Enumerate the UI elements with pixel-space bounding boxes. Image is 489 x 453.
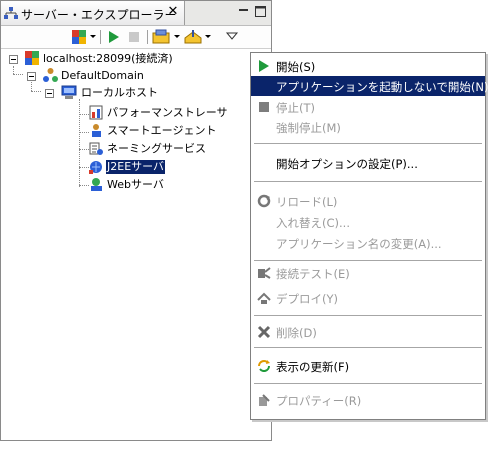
collapse-icon[interactable] bbox=[9, 55, 18, 64]
menu-item-start[interactable]: 開始(S) bbox=[251, 56, 485, 76]
menu-item-label: リロード(L) bbox=[276, 195, 338, 209]
menu-separator bbox=[254, 181, 482, 183]
connection-test-icon bbox=[258, 267, 271, 279]
performance-tracer-icon bbox=[89, 105, 103, 120]
server-explorer-icon bbox=[4, 7, 18, 19]
tree-item-label: パフォーマンストレーサ bbox=[107, 106, 228, 119]
tree-item-label: ネーミングサービス bbox=[107, 142, 206, 155]
tree-item-label: J2EEサーバ bbox=[106, 160, 166, 174]
menu-item-label: アプリケーション名の変更(A)... bbox=[276, 237, 442, 251]
tree-item-naming-service[interactable]: ネーミングサービス bbox=[1, 141, 241, 157]
menu-item-label: 削除(D) bbox=[276, 326, 317, 340]
domain-icon bbox=[43, 68, 58, 82]
tree-node-root[interactable]: localhost:28099(接続済) bbox=[1, 51, 201, 67]
menu-item-force-stop[interactable]: 強制停止(M) bbox=[251, 117, 485, 137]
menu-item-properties[interactable]: プロパティー(R) bbox=[251, 390, 485, 410]
chevron-down-icon[interactable] bbox=[90, 35, 96, 38]
chevron-down-icon[interactable] bbox=[205, 35, 211, 38]
menu-item-connection-test[interactable]: 接続テスト(E) bbox=[251, 263, 485, 283]
menu-item-label: 停止(T) bbox=[276, 101, 315, 115]
menu-item-label: 接続テスト(E) bbox=[276, 267, 350, 281]
menu-item-start-options[interactable]: 開始オプションの設定(P)... bbox=[251, 153, 485, 173]
view-menu-icon[interactable] bbox=[225, 28, 239, 44]
tree-item-label: スマートエージェント bbox=[107, 124, 217, 137]
web-server-icon bbox=[91, 178, 102, 191]
menu-item-reload[interactable]: リロード(L) bbox=[251, 191, 485, 211]
menu-item-stop[interactable]: 停止(T) bbox=[251, 97, 485, 117]
view-toolbar bbox=[1, 26, 271, 49]
menu-separator bbox=[254, 143, 482, 145]
chevron-down-icon[interactable] bbox=[174, 35, 180, 38]
tree-host-label: ローカルホスト bbox=[81, 86, 158, 99]
stop-icon bbox=[259, 102, 269, 112]
refresh-icon bbox=[258, 360, 270, 372]
view-tab-bar: サーバー・エクスプローラー ✕ bbox=[1, 1, 271, 26]
server-tree: localhost:28099(接続済) DefaultDomain ローカルホ… bbox=[1, 49, 271, 439]
tree-item-smart-agent[interactable]: スマートエージェント bbox=[1, 123, 241, 139]
start-icon[interactable] bbox=[107, 29, 121, 45]
menu-separator bbox=[254, 347, 482, 349]
tree-domain-label: DefaultDomain bbox=[61, 69, 144, 82]
collapse-icon[interactable] bbox=[45, 89, 54, 98]
menu-item-label: 入れ替え(C)... bbox=[276, 216, 350, 230]
menu-item-label: 強制停止(M) bbox=[276, 121, 341, 135]
export-icon[interactable] bbox=[184, 29, 202, 45]
menu-item-start-no-app[interactable]: アプリケーションを起動しないで開始(N) bbox=[251, 76, 489, 96]
start-icon bbox=[259, 60, 269, 72]
tree-item-performance-tracer[interactable]: パフォーマンストレーサ bbox=[1, 105, 241, 121]
tree-node-domain[interactable]: DefaultDomain bbox=[1, 68, 201, 84]
menu-separator bbox=[254, 260, 482, 262]
server-node-icon bbox=[25, 51, 39, 65]
menu-item-label: 開始(S) bbox=[276, 60, 316, 74]
server-explorer-view: サーバー・エクスプローラー ✕ localhost:28099(接続済) Def… bbox=[0, 0, 272, 441]
smart-agent-icon bbox=[92, 124, 101, 137]
computer-icon bbox=[61, 85, 77, 99]
menu-item-delete[interactable]: 削除(D) bbox=[251, 322, 485, 342]
minimize-icon[interactable] bbox=[238, 6, 249, 17]
properties-icon bbox=[259, 394, 270, 406]
menu-item-replace[interactable]: 入れ替え(C)... bbox=[251, 212, 485, 232]
tree-item-j2ee-server[interactable]: J2EEサーバ bbox=[1, 159, 241, 175]
view-title: サーバー・エクスプローラー bbox=[21, 8, 177, 22]
deploy-icon[interactable] bbox=[152, 29, 170, 45]
maximize-icon[interactable] bbox=[255, 6, 266, 17]
menu-item-refresh[interactable]: 表示の更新(F) bbox=[251, 356, 485, 376]
reload-icon bbox=[257, 194, 271, 208]
tab-server-explorer[interactable]: サーバー・エクスプローラー ✕ bbox=[1, 1, 185, 25]
tree-item-label: Webサーバ bbox=[107, 178, 164, 191]
j2ee-server-icon bbox=[89, 161, 102, 174]
menu-separator bbox=[254, 383, 482, 385]
deploy-icon bbox=[257, 292, 271, 304]
menu-item-deploy[interactable]: デプロイ(Y) bbox=[251, 288, 485, 308]
tree-root-label: localhost:28099(接続済) bbox=[43, 52, 173, 65]
menu-item-label: 表示の更新(F) bbox=[276, 360, 350, 374]
close-icon[interactable]: ✕ bbox=[166, 5, 180, 19]
menu-separator bbox=[254, 315, 482, 317]
menu-item-label: アプリケーションを起動しないで開始(N) bbox=[276, 80, 489, 94]
delete-icon bbox=[257, 325, 271, 339]
menu-item-rename-app[interactable]: アプリケーション名の変更(A)... bbox=[251, 233, 485, 253]
menu-item-label: デプロイ(Y) bbox=[276, 292, 338, 306]
tree-node-host[interactable]: ローカルホスト bbox=[1, 85, 201, 101]
context-menu: 開始(S) アプリケーションを起動しないで開始(N) 停止(T) 強制停止(M)… bbox=[250, 52, 489, 420]
naming-service-icon bbox=[89, 142, 103, 155]
stop-icon bbox=[129, 32, 139, 42]
collapse-icon[interactable] bbox=[27, 72, 36, 81]
toolbar-separator bbox=[100, 30, 101, 44]
menu-item-label: 開始オプションの設定(P)... bbox=[276, 157, 418, 171]
tree-item-web-server[interactable]: Webサーバ bbox=[1, 177, 241, 193]
server-icon[interactable] bbox=[71, 29, 87, 45]
toolbar-separator bbox=[147, 30, 148, 44]
menu-item-label: プロパティー(R) bbox=[276, 394, 362, 408]
